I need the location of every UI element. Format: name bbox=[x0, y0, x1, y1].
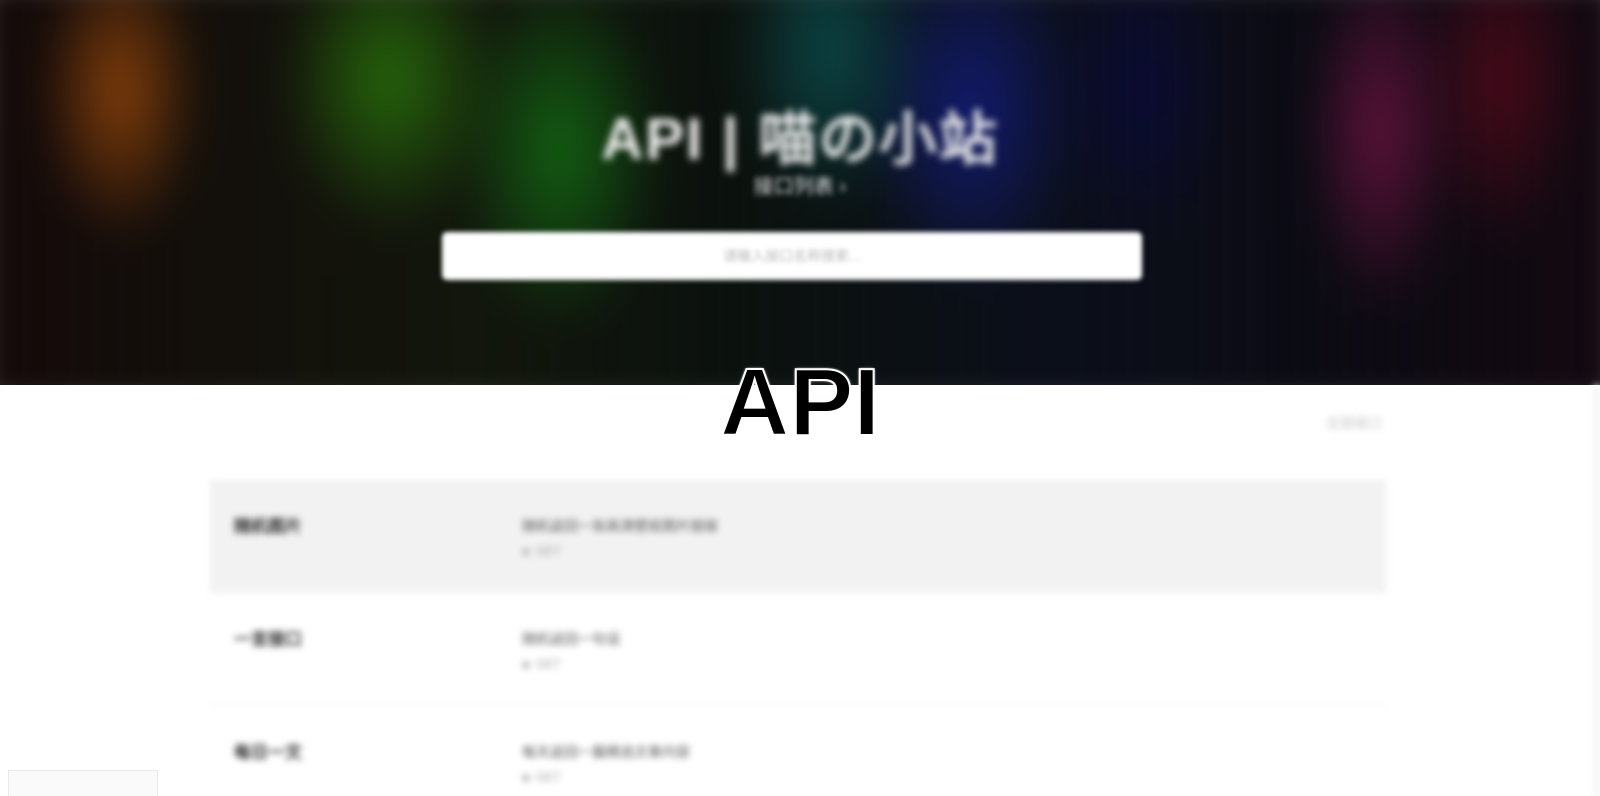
api-list-item[interactable]: 一言接口 随机返回一句话 GET bbox=[210, 593, 1386, 706]
api-meta: GET bbox=[522, 544, 561, 558]
search-placeholder: 请输入接口名称搜索... bbox=[723, 248, 861, 264]
api-meta: GET bbox=[522, 770, 561, 784]
search-input[interactable]: 请输入接口名称搜索... bbox=[442, 232, 1142, 280]
api-method: GET bbox=[536, 657, 561, 671]
api-description: 每天返回一篇精选文章内容 bbox=[522, 744, 690, 760]
api-list-item[interactable]: 随机图片 随机返回一张高清壁纸图片链接 GET bbox=[210, 480, 1386, 593]
api-description: 随机返回一张高清壁纸图片链接 bbox=[522, 518, 718, 534]
method-dot-icon bbox=[522, 773, 530, 782]
site-title: API | 喵の小站 bbox=[601, 107, 999, 172]
api-meta: GET bbox=[522, 657, 561, 671]
api-name: 随机图片 bbox=[234, 517, 302, 536]
site-subtitle[interactable]: 接口列表 › bbox=[0, 170, 1600, 199]
method-dot-icon bbox=[522, 660, 530, 669]
api-method: GET bbox=[536, 770, 561, 784]
page: API | 喵の小站 接口列表 › 请输入接口名称搜索... API 全部接口 … bbox=[0, 0, 1600, 796]
api-name: 每日一文 bbox=[234, 743, 302, 762]
footer-widget bbox=[8, 770, 158, 796]
api-list-item[interactable]: 每日一文 每天返回一篇精选文章内容 GET bbox=[210, 706, 1386, 796]
method-dot-icon bbox=[522, 547, 530, 556]
api-description: 随机返回一句话 bbox=[522, 631, 620, 647]
api-list: 随机图片 随机返回一张高清壁纸图片链接 GET 一言接口 随机返回一句话 GET… bbox=[210, 480, 1386, 796]
hero-header: API | 喵の小站 接口列表 › 请输入接口名称搜索... bbox=[0, 0, 1600, 385]
api-name: 一言接口 bbox=[234, 630, 302, 649]
api-method: GET bbox=[536, 544, 561, 558]
watermark-label: API bbox=[719, 349, 881, 456]
